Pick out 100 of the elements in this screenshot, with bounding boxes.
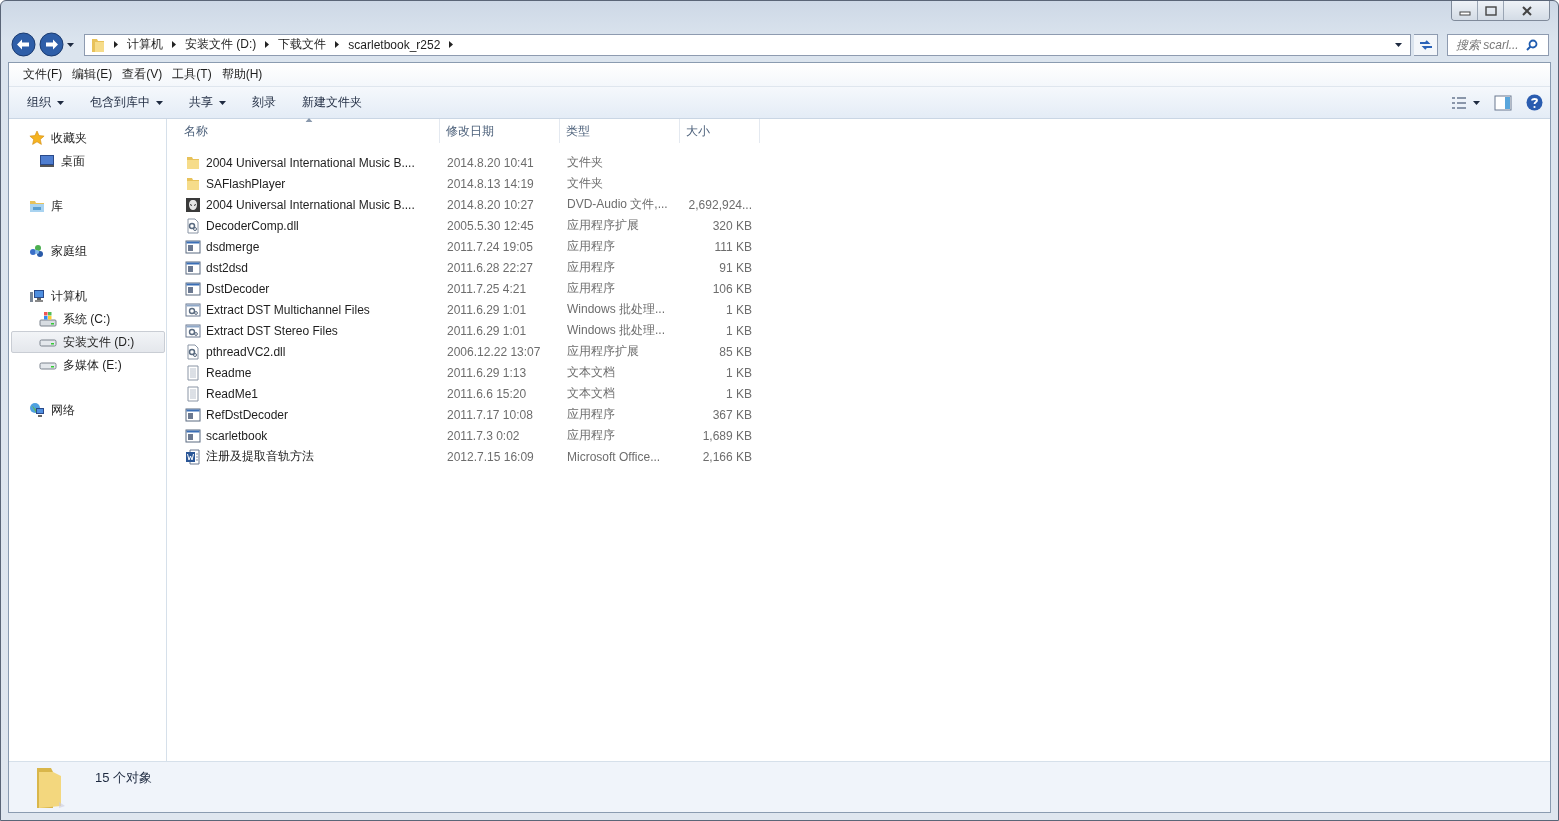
file-type: 文件夹 xyxy=(566,154,604,171)
back-button[interactable] xyxy=(11,32,36,57)
file-name: pthreadVC2.dll xyxy=(206,344,286,359)
file-size: 106 KB xyxy=(711,281,753,296)
application-window-icon xyxy=(185,238,201,255)
document-icon xyxy=(185,448,201,465)
sidebar-item[interactable]: 系统 (C:) xyxy=(11,308,165,330)
modified-date: 2006.12.22 13:07 xyxy=(446,344,542,359)
breadcrumb-segment[interactable]: 计算机 xyxy=(127,36,163,53)
close-button[interactable] xyxy=(1504,1,1549,20)
caret-icon xyxy=(57,100,64,105)
file-type: 文本文档 xyxy=(566,385,616,402)
toolbar-button[interactable]: 包含到库中 xyxy=(84,90,169,115)
maximize-icon xyxy=(1484,5,1497,16)
file-size: 1 KB xyxy=(725,365,753,380)
menu-item[interactable]: 查看(V) xyxy=(117,64,168,85)
breadcrumb-arrow-icon xyxy=(449,41,454,48)
sidebar-item[interactable]: 家庭组 xyxy=(11,240,165,262)
menu-item[interactable]: 编辑(E) xyxy=(67,64,118,85)
column-header[interactable]: 名称 xyxy=(178,119,440,143)
file-type: 应用程序 xyxy=(566,259,616,276)
address-bar[interactable]: 计算机 安装文件 (D:) 下载文件 scarletbook_r252 xyxy=(84,33,1411,56)
refresh-button[interactable] xyxy=(1414,33,1438,56)
modified-date: 2011.6.29 1:01 xyxy=(446,323,528,338)
file-name: Extract DST Multichannel Files xyxy=(206,302,370,317)
column-header[interactable]: 修改日期 xyxy=(440,119,560,143)
modified-date: 2014.8.13 14:19 xyxy=(446,176,535,191)
sidebar-item[interactable]: 多媒体 (E:) xyxy=(11,354,165,376)
menu-item[interactable]: 帮助(H) xyxy=(216,64,268,85)
column-header[interactable]: 大小 xyxy=(680,119,760,143)
breadcrumb-segment[interactable]: 安装文件 (D:) xyxy=(185,36,257,53)
file-type: Windows 批处理... xyxy=(566,322,666,339)
sidebar-item[interactable]: 桌面 xyxy=(11,150,165,172)
file-type: 应用程序扩展 xyxy=(566,343,640,360)
application-window-icon xyxy=(185,427,201,444)
details-view-icon xyxy=(1451,95,1467,110)
sphere-cluster-icon xyxy=(29,243,45,259)
application-window-icon xyxy=(185,259,201,276)
sidebar-item[interactable]: 库 xyxy=(11,195,165,217)
computer-icon xyxy=(29,288,45,304)
file-size: 2,692,924... xyxy=(687,197,753,212)
toolbar-button[interactable]: 组织 xyxy=(21,90,70,115)
sort-arrow-icon xyxy=(305,118,312,122)
file-size: 1,689 KB xyxy=(701,428,753,443)
file-type: 应用程序 xyxy=(566,280,616,297)
close-icon xyxy=(1520,5,1533,16)
file-type: 应用程序 xyxy=(566,427,616,444)
modified-date: 2011.6.29 1:01 xyxy=(446,302,528,317)
file-type: 文件夹 xyxy=(566,175,604,192)
sidebar-item[interactable]: 安装文件 (D:) xyxy=(11,331,165,353)
file-type: Windows 批处理... xyxy=(566,301,666,318)
forward-button[interactable] xyxy=(39,32,64,57)
sidebar-item[interactable]: 网络 xyxy=(11,399,165,421)
modified-date: 2011.6.6 15:20 xyxy=(446,386,528,401)
library-folder-icon xyxy=(29,198,45,214)
preview-pane-icon xyxy=(1494,94,1512,111)
sidebar-item[interactable]: 计算机 xyxy=(11,285,165,307)
toolbar-button[interactable]: 新建文件夹 xyxy=(296,90,368,115)
modified-date: 2012.7.15 16:09 xyxy=(446,449,535,464)
gear-window-icon xyxy=(185,322,201,339)
item-count: 15 个对象 xyxy=(95,769,153,787)
address-dropdown-button[interactable] xyxy=(1393,42,1404,47)
search-icon xyxy=(1526,38,1538,51)
breadcrumb-arrow-icon xyxy=(172,41,176,48)
breadcrumb-arrow-icon xyxy=(335,41,340,48)
folder-icon xyxy=(91,36,105,53)
folder-icon xyxy=(185,175,201,192)
search-field[interactable]: 搜索 scarl... xyxy=(1447,33,1549,56)
modified-date: 2011.6.29 1:13 xyxy=(446,365,528,380)
star-icon xyxy=(29,130,45,146)
menu-item[interactable]: 工具(T) xyxy=(167,64,217,85)
column-header[interactable]: 类型 xyxy=(560,119,680,143)
file-type: 应用程序 xyxy=(566,406,616,423)
file-type: 应用程序 xyxy=(566,238,616,255)
maximize-button[interactable] xyxy=(1478,1,1504,20)
file-type: DVD-Audio 文件,... xyxy=(566,196,669,213)
toolbar-button[interactable]: 共享 xyxy=(183,90,232,115)
gear-window-icon xyxy=(185,301,201,318)
minimize-button[interactable] xyxy=(1452,1,1478,20)
modified-date: 2005.5.30 12:45 xyxy=(446,218,535,233)
menu-item[interactable]: 文件(F) xyxy=(18,64,68,85)
sidebar-item[interactable]: 收藏夹 xyxy=(11,127,165,149)
toolbar-button[interactable]: 刻录 xyxy=(246,90,282,115)
modified-date: 2014.8.20 10:27 xyxy=(446,197,535,212)
file-size: 320 KB xyxy=(711,218,753,233)
help-icon xyxy=(1526,94,1543,111)
file-name: 注册及提取音轨方法 xyxy=(206,448,314,465)
breadcrumb-segment[interactable]: scarletbook_r252 xyxy=(348,37,441,52)
text-file-icon xyxy=(185,364,201,381)
file-name: DecoderComp.dll xyxy=(206,218,299,233)
application-window-icon xyxy=(185,280,201,297)
file-name: scarletbook xyxy=(206,428,268,443)
breadcrumb-segment[interactable]: 下载文件 xyxy=(278,36,327,53)
gear-file-icon xyxy=(185,217,201,234)
modified-date: 2011.6.28 22:27 xyxy=(446,260,534,275)
file-name: ReadMe1 xyxy=(206,386,259,401)
file-size: 1 KB xyxy=(725,302,753,317)
modified-date: 2014.8.20 10:41 xyxy=(446,155,535,170)
modified-date: 2011.7.17 10:08 xyxy=(446,407,534,422)
desktop-monitor-icon xyxy=(39,153,55,169)
